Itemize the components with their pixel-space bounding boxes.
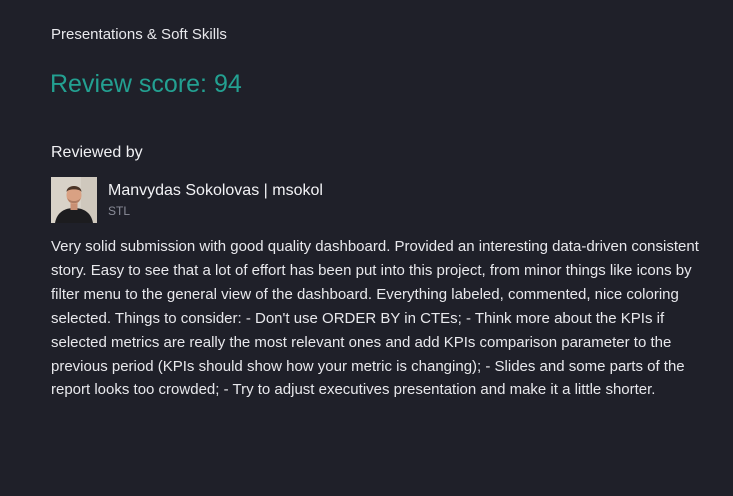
reviewed-by-heading: Reviewed by xyxy=(51,144,143,161)
review-score: Review score: 94 xyxy=(50,70,242,98)
reviewer-name: Manvydas Sokolovas | msokol xyxy=(108,182,323,199)
review-comment: Very solid submission with good quality … xyxy=(51,238,699,399)
section-title: Presentations & Soft Skills xyxy=(51,26,227,43)
reviewer-role: STL xyxy=(108,204,131,218)
reviewer-avatar xyxy=(51,177,97,223)
reviewer-photo-icon xyxy=(51,177,97,223)
